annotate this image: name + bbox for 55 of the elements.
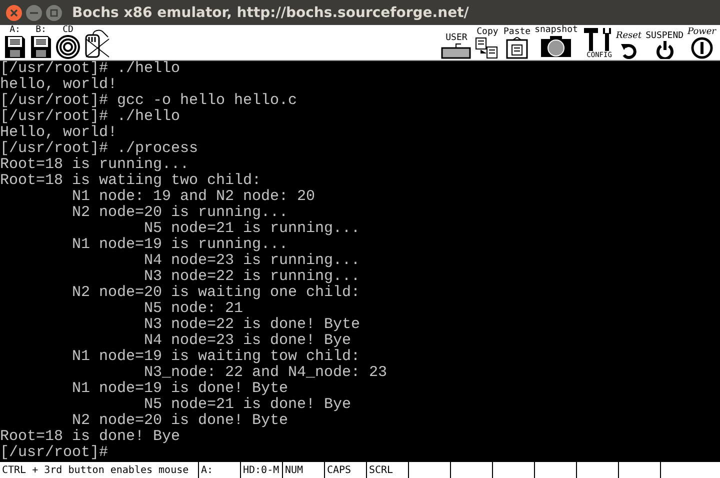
- keyboard-icon: [441, 43, 472, 59]
- floppy-button[interactable]: A:: [4, 25, 26, 59]
- cdrom-button[interactable]: CD: [56, 25, 80, 59]
- terminal-line: hello, world!: [0, 77, 118, 93]
- status-text: NUM: [285, 464, 304, 476]
- camera-button[interactable]: snapshot: [534, 25, 578, 59]
- status-text: CTRL + 3rd button enables mouse: [2, 464, 189, 476]
- terminal-line: N1 node: 19 and N2 node: 20: [71, 189, 316, 205]
- keyboard-button[interactable]: USER: [441, 33, 472, 59]
- terminal-line: N2 node=20 is waiting one child:: [71, 285, 360, 301]
- status-text: HD:0-M: [243, 464, 280, 476]
- close-icon: [10, 8, 18, 16]
- floppy-button[interactable]: B:: [30, 25, 52, 59]
- status-text: SCRL: [369, 464, 394, 476]
- close-button[interactable]: [6, 4, 22, 20]
- terminal-line: [/usr/root]# ./process: [0, 141, 198, 157]
- power-button[interactable]: Power: [688, 27, 716, 59]
- mouse-button[interactable]: [84, 29, 110, 59]
- terminal-line: N1 node=19 is done! Byte: [71, 381, 288, 397]
- terminal-line: N4 node=23 is done! Bye: [143, 333, 352, 349]
- reset-button[interactable]: Reset: [616, 31, 642, 59]
- terminal-line: N4 node=23 is running...: [143, 253, 360, 269]
- maximize-icon: [50, 8, 58, 16]
- terminal-line: N3 node=22 is done! Byte: [143, 317, 360, 333]
- status-text: A:: [201, 464, 214, 476]
- suspend-button[interactable]: SUSPEND: [646, 31, 684, 59]
- terminal-line: N3 node=22 is running...: [143, 269, 360, 285]
- paste-button[interactable]: Paste: [503, 27, 531, 59]
- maximize-button[interactable]: [46, 4, 62, 20]
- terminal-line: Hello, world!: [0, 125, 118, 141]
- terminal-line: N5 node=21 is running...: [143, 221, 360, 237]
- disc-icon: [56, 35, 80, 59]
- terminal-line: [/usr/root]# gcc -o hello hello.c: [0, 93, 298, 109]
- power-icon: [656, 41, 674, 59]
- terminal-line: N2 node=20 is running...: [71, 205, 288, 221]
- copy-button[interactable]: Copy: [475, 27, 500, 59]
- reset-icon: [620, 41, 638, 59]
- terminal-line: [/usr/root]# ./hello: [0, 109, 180, 125]
- terminal-line: N5 node=21 is done! Bye: [143, 397, 352, 413]
- window-title: Bochs x86 emulator, http://bochs.sourceforge.net/: [72, 4, 469, 20]
- power-icon: [690, 37, 713, 59]
- terminal-line: [/usr/root]#: [0, 445, 110, 461]
- terminal-line: N2 node=20 is done! Byte: [71, 413, 288, 429]
- terminal-line: N1 node=19 is running...: [71, 237, 288, 253]
- terminal-line: Root=18 is done! Bye: [0, 429, 180, 445]
- terminal-line: [/usr/root]# ./hello: [0, 61, 180, 77]
- terminal-line: N5 node: 21: [143, 301, 244, 317]
- terminal-line: N1 node=19 is waiting tow child:: [71, 349, 360, 365]
- status-text: CAPS: [327, 464, 352, 476]
- terminal-line: N3_node: 22 and N4_node: 23: [143, 365, 388, 381]
- tools-icon: [582, 27, 612, 51]
- terminal-line: Root=18 is running...: [0, 157, 190, 173]
- minimize-icon: [30, 12, 38, 14]
- terminal-line: Root=18 is watiing two child:: [0, 173, 262, 189]
- minimize-button[interactable]: [26, 4, 42, 20]
